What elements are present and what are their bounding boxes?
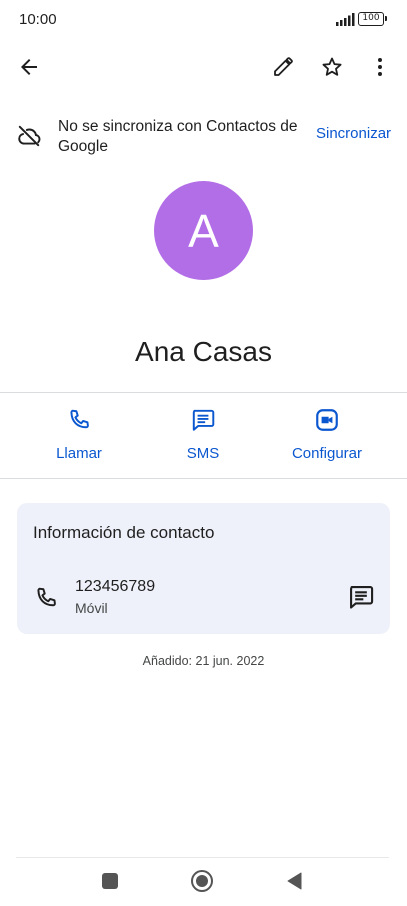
phone-type: Móvil: [75, 600, 108, 616]
signal-icon: [336, 13, 355, 26]
contact-info-title: Información de contacto: [33, 523, 215, 542]
nav-divider: [16, 857, 389, 858]
contact-info-card: Información de contacto 123456789 Móvil: [17, 503, 390, 634]
arrow-back-icon: [21, 59, 37, 75]
recent-apps-button[interactable]: [95, 868, 125, 894]
back-button[interactable]: [9, 47, 49, 87]
edit-button[interactable]: [263, 47, 303, 87]
sync-banner: No se sincroniza con Contactos de Google…: [0, 112, 407, 162]
added-date: Añadido: 21 jun. 2022: [142, 654, 265, 668]
more-options-button[interactable]: [360, 47, 400, 87]
nav-back-button[interactable]: [280, 868, 310, 894]
sms-button[interactable]: SMS: [148, 404, 258, 464]
pencil-icon: [274, 57, 293, 76]
avatar-letter: A: [188, 204, 219, 257]
configure-button[interactable]: Configurar: [272, 404, 382, 464]
favorite-button[interactable]: [312, 47, 352, 87]
home-circle-icon: [191, 870, 213, 892]
message-icon[interactable]: [347, 583, 375, 611]
more-vert-icon: [378, 58, 382, 76]
square-icon: [102, 873, 118, 889]
cloud-off-icon: [18, 125, 41, 147]
phone-number[interactable]: 123456789: [75, 578, 155, 596]
divider: [0, 392, 407, 393]
star-outline-icon: [322, 57, 342, 76]
configure-label: Configurar: [291, 445, 363, 462]
sync-message: No se sincroniza con Contactos de Google: [58, 118, 298, 155]
triangle-back-icon: [287, 872, 302, 890]
phone-icon: [70, 409, 89, 429]
battery-icon: 100: [358, 12, 387, 26]
contact-name: Ana Casas: [135, 336, 272, 367]
divider: [0, 478, 407, 479]
call-button[interactable]: Llamar: [24, 404, 134, 464]
message-icon: [192, 409, 215, 431]
sms-label: SMS: [186, 445, 220, 462]
avatar: A: [154, 181, 253, 280]
status-bar: 10:00 100: [0, 0, 407, 40]
home-button[interactable]: [187, 868, 217, 894]
sync-button[interactable]: Sincronizar: [316, 125, 391, 142]
call-label: Llamar: [56, 445, 102, 462]
video-call-icon: [316, 409, 338, 431]
status-time: 10:00: [19, 11, 57, 28]
phone-icon: [37, 587, 56, 607]
